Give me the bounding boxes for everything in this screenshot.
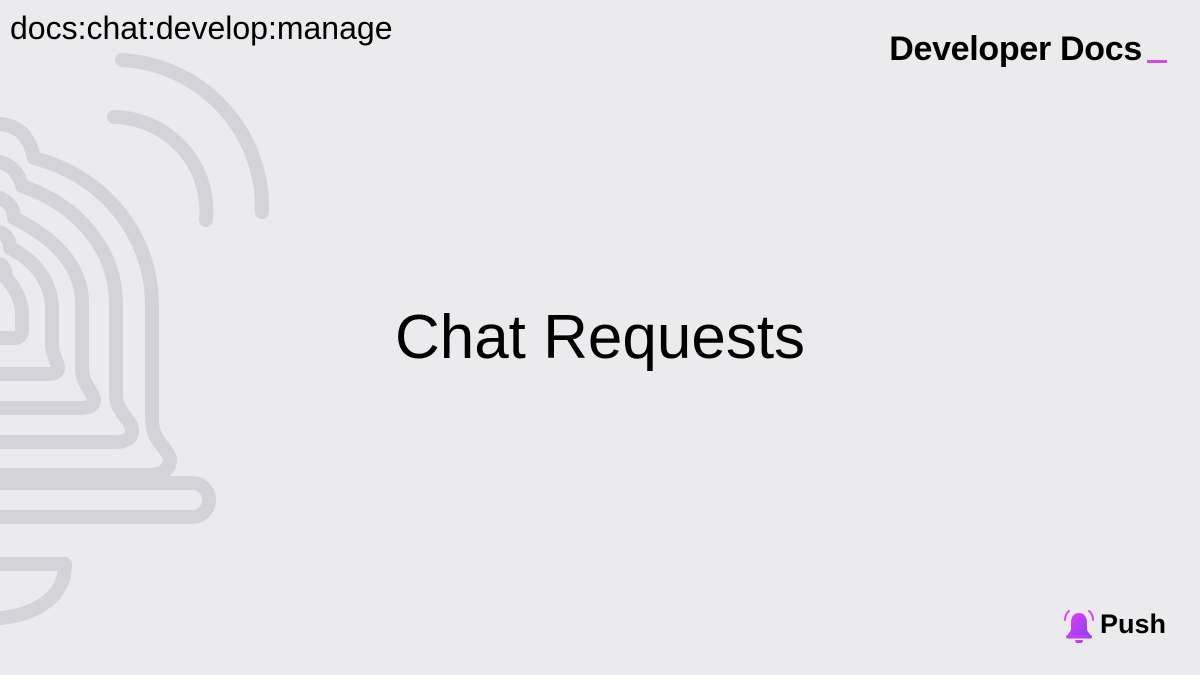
brand-title: Developer Docs [889,30,1142,68]
bell-icon [1063,610,1094,643]
breadcrumb: docs:chat:develop:manage [10,10,393,46]
push-logo: Push [1062,604,1166,644]
page-title: Chat Requests [394,303,806,372]
logo-text: Push [1099,609,1166,639]
cursor-underscore [1147,60,1167,63]
